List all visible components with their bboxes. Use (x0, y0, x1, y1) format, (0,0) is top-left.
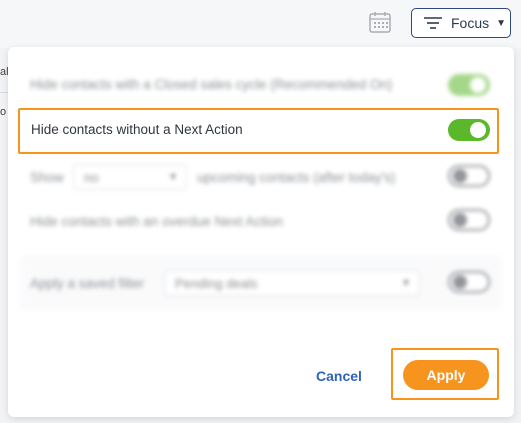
apply-button[interactable]: Apply (403, 360, 489, 390)
saved-filter-toggle[interactable] (448, 271, 490, 293)
saved-filter-label: Apply a saved filter (30, 276, 145, 291)
focus-label: Focus (451, 15, 490, 31)
apply-highlight: Apply (391, 348, 499, 400)
upcoming-suffix: upcoming contacts (after today's) (197, 170, 396, 185)
upcoming-count-select[interactable]: no ▼ (73, 164, 187, 190)
row-overdue-label: Hide contacts with an overdue Next Actio… (30, 214, 283, 229)
saved-filter-select[interactable]: Pending deals ▼ (164, 270, 420, 296)
upcoming-toggle[interactable] (448, 165, 490, 187)
row-without-next-action-label: Hide contacts without a Next Action (31, 122, 243, 137)
filter-lines-icon (424, 17, 442, 29)
row-closed-cycle-label: Hide contacts with a Closed sales cycle … (30, 77, 393, 92)
caret-down-icon: ▼ (496, 17, 507, 29)
closed-cycle-toggle[interactable] (448, 74, 490, 96)
calendar-icon[interactable] (368, 10, 392, 34)
overdue-toggle[interactable] (448, 209, 490, 231)
edge-text-2: o (0, 106, 7, 118)
without-next-action-toggle[interactable] (448, 119, 490, 141)
select-caret-icon: ▼ (401, 278, 411, 289)
saved-filter-value: Pending deals (175, 276, 258, 291)
cancel-button[interactable]: Cancel (305, 364, 373, 388)
edge-divider (0, 92, 8, 93)
select-caret-icon: ▼ (168, 172, 178, 183)
focus-button[interactable]: Focus ▼ (411, 8, 511, 38)
show-label: Show (30, 170, 64, 185)
upcoming-count-value: no (84, 170, 99, 185)
top-bar: Focus ▼ (0, 0, 521, 48)
